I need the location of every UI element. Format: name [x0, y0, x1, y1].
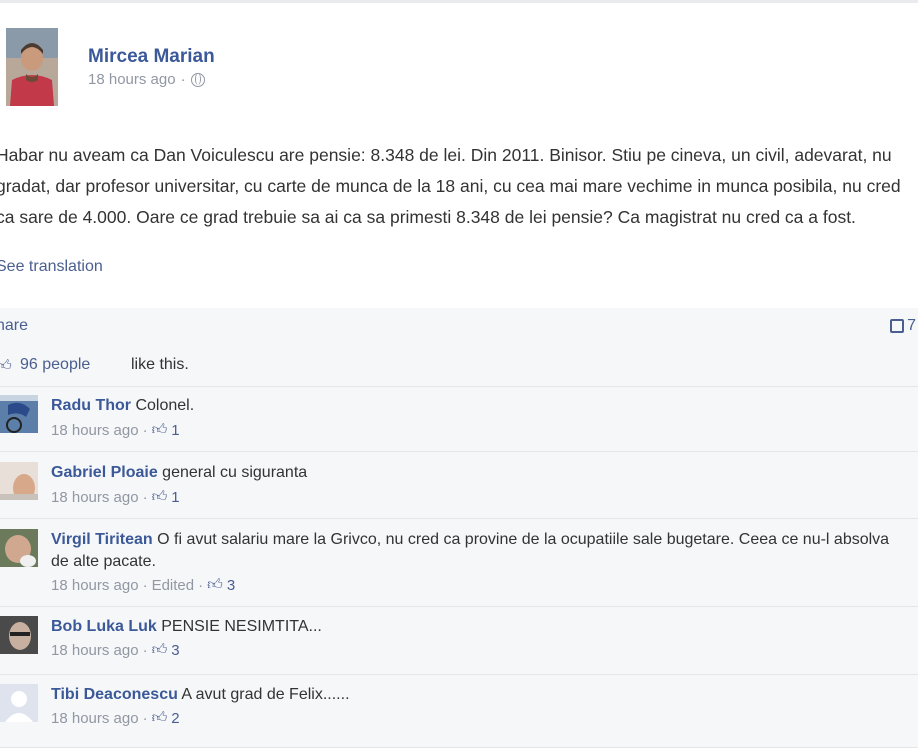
comment-timestamp[interactable]: 18 hours ago [51, 422, 139, 439]
comment-timestamp[interactable]: 18 hours ago [51, 489, 139, 506]
share-bar: hare 7 [0, 308, 918, 347]
comment-timestamp[interactable]: 18 hours ago [51, 710, 139, 727]
like-thumb-icon[interactable]: 👍︎ [152, 641, 168, 659]
post-text: Habar nu aveam ca Dan Voiculescu are pen… [0, 145, 901, 227]
comment-body: Bob Luka Luk PENSIE NESIMTITA... [51, 616, 911, 638]
comment-body: Virgil Tiritean O fi avut salariu mare l… [51, 529, 911, 573]
comment-like-count[interactable]: 2 [171, 710, 179, 727]
author-avatar[interactable] [6, 28, 58, 106]
comment-meta: 18 hours ago · Edited · 👍︎ 3 [51, 576, 235, 594]
commenter-avatar[interactable] [0, 462, 38, 500]
comment-like-count[interactable]: 3 [227, 577, 235, 594]
post-timestamp[interactable]: 18 hours ago [88, 71, 176, 88]
likes-text: like this. [131, 356, 189, 373]
commenter-name[interactable]: Virgil Tiritean [51, 531, 153, 548]
comment-icon [890, 319, 905, 333]
post-meta: 18 hours ago · [88, 71, 205, 88]
commenter-name[interactable]: Radu Thor [51, 397, 131, 414]
meta-separator: · [142, 576, 148, 594]
meta-separator: · [198, 576, 204, 594]
comment-item: Virgil Tiritean O fi avut salariu mare l… [0, 519, 918, 607]
commenter-avatar[interactable] [0, 395, 38, 433]
comment-count[interactable]: 7 [890, 317, 916, 335]
comment-count-value: 7 [907, 317, 916, 334]
comment-like-count[interactable]: 3 [171, 642, 179, 659]
comment-item: Radu Thor Colonel. 18 hours ago · 👍︎ 1 [0, 387, 918, 452]
comment-item: Bob Luka Luk PENSIE NESIMTITA... 18 hour… [0, 607, 918, 675]
see-translation-link[interactable]: See translation [0, 258, 103, 276]
meta-separator: · [142, 641, 148, 659]
comment-text: Colonel. [135, 397, 195, 414]
like-thumb-icon[interactable]: 👍︎ [152, 709, 168, 727]
top-border [0, 0, 918, 3]
comment-meta: 18 hours ago · 👍︎ 3 [51, 641, 180, 659]
commenter-name[interactable]: Gabriel Ploaie [51, 464, 158, 481]
comment-item: Tibi Deaconescu A avut grad de Felix....… [0, 675, 918, 748]
edited-label[interactable]: Edited [152, 577, 195, 594]
share-link[interactable]: hare [0, 317, 28, 335]
likes-count-link[interactable]: 96 people [20, 356, 90, 374]
comment-text: A avut grad de Felix...... [181, 686, 350, 703]
like-thumb-icon[interactable]: 👍︎ [207, 576, 223, 594]
like-thumb-icon[interactable]: 👍︎ [152, 488, 168, 506]
meta-separator: · [142, 709, 148, 727]
comment-like-count[interactable]: 1 [171, 422, 179, 439]
comment-meta: 18 hours ago · 👍︎ 2 [51, 709, 180, 727]
comment-body: Tibi Deaconescu A avut grad de Felix....… [51, 684, 911, 706]
comment-item: Gabriel Ploaie general cu siguranta 18 h… [0, 452, 918, 519]
public-globe-icon[interactable] [190, 72, 205, 87]
meta-separator: · [180, 71, 186, 88]
comment-timestamp[interactable]: 18 hours ago [51, 577, 139, 594]
commenter-name[interactable]: Tibi Deaconescu [51, 686, 178, 703]
comment-text: PENSIE NESIMTITA... [161, 618, 322, 635]
comment-text: O fi avut salariu mare la Grivco, nu cre… [51, 531, 890, 570]
commenter-avatar[interactable] [0, 684, 38, 722]
comment-timestamp[interactable]: 18 hours ago [51, 642, 139, 659]
comment-meta: 18 hours ago · 👍︎ 1 [51, 421, 180, 439]
like-thumb-icon[interactable]: 👍︎ [152, 421, 168, 439]
comment-body: Gabriel Ploaie general cu siguranta [51, 462, 911, 484]
meta-separator: · [142, 421, 148, 439]
commenter-avatar[interactable] [0, 529, 38, 567]
comment-text: general cu siguranta [162, 464, 308, 481]
like-thumb-icon: 👍︎ [0, 357, 12, 374]
commenter-name[interactable]: Bob Luka Luk [51, 618, 157, 635]
comment-meta: 18 hours ago · 👍︎ 1 [51, 488, 180, 506]
post-author-name[interactable]: Mircea Marian [88, 46, 215, 68]
likes-bar: 👍︎ 96 people like this. [0, 346, 918, 387]
comment-like-count[interactable]: 1 [171, 489, 179, 506]
meta-separator: · [142, 488, 148, 506]
comment-body: Radu Thor Colonel. [51, 395, 911, 417]
commenter-avatar[interactable] [0, 616, 38, 654]
